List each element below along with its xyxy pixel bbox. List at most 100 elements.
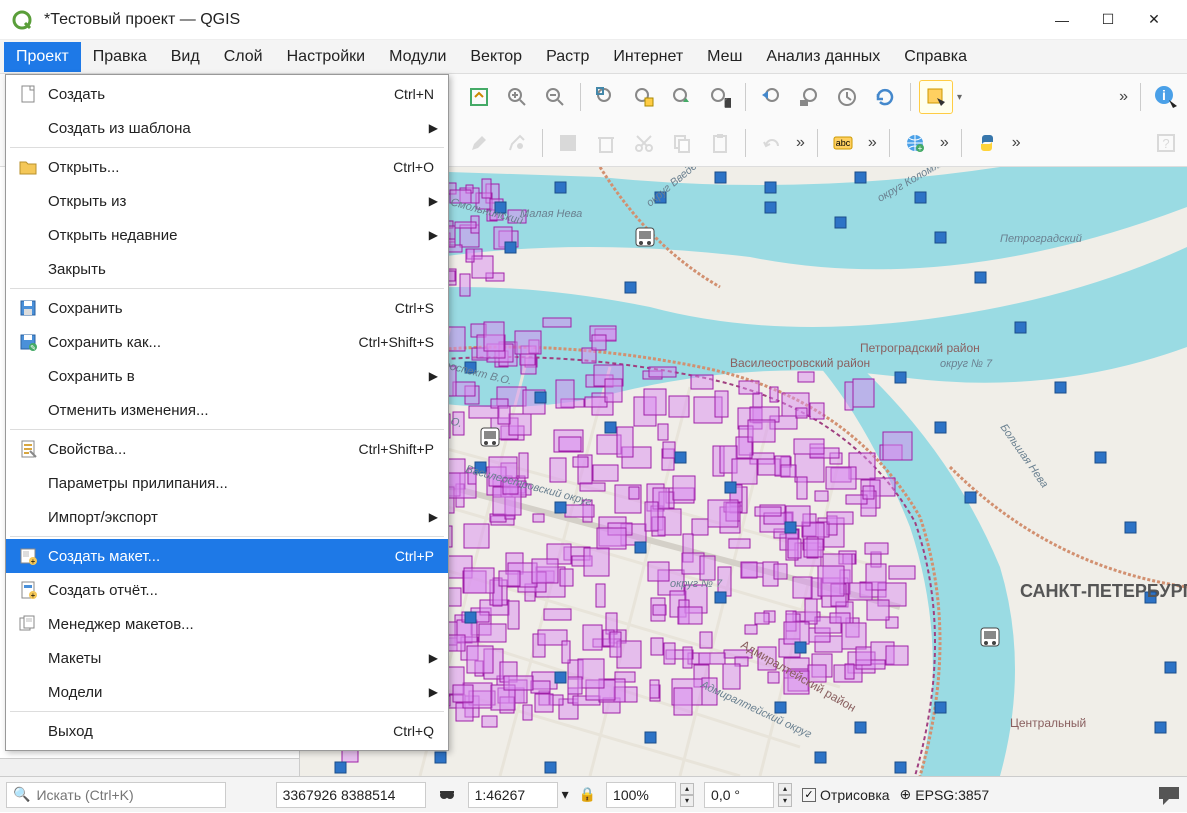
menu-item-менеджер-макетов-[interactable]: Менеджер макетов... [6,607,448,641]
paste-icon[interactable] [703,126,737,160]
save-edits-icon[interactable] [551,126,585,160]
menu-item-создать-макет-[interactable]: +Создать макет...Ctrl+P [6,539,448,573]
menu-item-создать-из-шаблона[interactable]: Создать из шаблона▶ [6,111,448,145]
zoom-in-icon[interactable] [500,80,534,114]
menu-separator [10,536,444,537]
menu-item-интернет[interactable]: Интернет [601,42,695,72]
edit-icon[interactable] [462,126,496,160]
menu-item-открыть-из[interactable]: Открыть из▶ [6,184,448,218]
rotation-value[interactable]: 0,0 ° [704,782,774,808]
messages-icon[interactable] [1157,783,1181,807]
identify-icon[interactable]: i [1149,80,1183,114]
zoom-layer-icon[interactable] [665,80,699,114]
menu-item-сохранить[interactable]: СохранитьCtrl+S [6,291,448,325]
rotation-field[interactable]: 0,0 ° ▴▾ [704,782,792,808]
menu-separator [10,429,444,430]
magnifier-value[interactable]: 100% [606,782,676,808]
delete-icon[interactable] [589,126,623,160]
svg-text:Петроградский: Петроградский [1000,233,1082,245]
menu-item-свойства-[interactable]: Свойства...Ctrl+Shift+P [6,432,448,466]
help-icon[interactable]: ? [1149,126,1183,160]
toolbar-overflow-icon[interactable]: » [1115,88,1132,106]
temporal-icon[interactable] [830,80,864,114]
submenu-arrow-icon: ▶ [429,369,438,383]
coordinates-value[interactable]: 3367926 8388514 [276,782,426,808]
svg-text:?: ? [1162,136,1169,151]
menu-item-label: Создать из шаблона [46,120,434,137]
scale-value[interactable]: 1:46267 [468,782,558,808]
menu-item-анализ данных[interactable]: Анализ данных [754,42,892,72]
menu-item-вектор[interactable]: Вектор [458,42,534,72]
close-button[interactable]: ✕ [1131,4,1177,36]
web-globe-icon[interactable]: + [898,126,932,160]
toolbar2-overflow-2-icon[interactable]: » [864,134,881,152]
scale-dropdown-icon[interactable]: ▾ [562,786,569,803]
magnifier-spin[interactable]: ▴▾ [680,783,694,807]
zoom-full-icon[interactable] [589,80,623,114]
tram-icon [636,228,654,246]
toolbar2-overflow-3-icon[interactable]: » [936,134,953,152]
magnifier-field[interactable]: 100% ▴▾ [606,782,694,808]
locator-search[interactable]: 🔍 [6,782,226,808]
rotation-spin[interactable]: ▴▾ [778,783,792,807]
python-console-icon[interactable] [970,126,1004,160]
select-dropdown-icon[interactable]: ▾ [957,92,962,103]
toggle-extents-icon[interactable] [436,784,458,806]
render-checkbox[interactable]: ✓ [802,788,816,802]
horizontal-scrollbar[interactable] [0,758,299,776]
menu-item-label: Параметры прилипания... [46,475,434,492]
select-rect-icon[interactable] [919,80,953,114]
undo-icon[interactable] [754,126,788,160]
menu-item-настройки[interactable]: Настройки [275,42,377,72]
toolbar2-overflow-4-icon[interactable]: » [1008,134,1025,152]
menu-item-импорт-экспорт[interactable]: Импорт/экспорт▶ [6,500,448,534]
zoom-out-icon[interactable] [538,80,572,114]
lock-scale-icon[interactable]: 🔒 [579,786,596,803]
menu-item-создать-отч-т-[interactable]: +Создать отчёт... [6,573,448,607]
toolbar2-overflow-1-icon[interactable]: » [792,134,809,152]
menu-item-открыть-[interactable]: Открыть...Ctrl+O [6,150,448,184]
edit-vertex-icon[interactable] [500,126,534,160]
menu-bar: ПроектПравкаВидСлойНастройкиМодулиВектор… [0,40,1187,74]
scale-field[interactable]: 1:46267 ▾ [468,782,569,808]
cut-icon[interactable] [627,126,661,160]
menu-item-shortcut: Ctrl+P [395,548,434,564]
crs-button[interactable]: ⊕ EPSG:3857 [900,786,990,803]
zoom-last-icon[interactable] [754,80,788,114]
menu-item-меш[interactable]: Меш [695,42,754,72]
menu-item-справка[interactable]: Справка [892,42,979,72]
menu-item-модули[interactable]: Модули [377,42,458,72]
menu-item-создать[interactable]: СоздатьCtrl+N [6,77,448,111]
menu-separator [10,711,444,712]
crs-value: EPSG:3857 [915,787,989,803]
menu-item-слой[interactable]: Слой [212,42,275,72]
coordinates-field[interactable]: 3367926 8388514 [276,782,426,808]
zoom-next-icon[interactable] [792,80,826,114]
menu-item-правка[interactable]: Правка [81,42,159,72]
menu-item-открыть-недавние[interactable]: Открыть недавние▶ [6,218,448,252]
menu-item-параметры-прилипания-[interactable]: Параметры прилипания... [6,466,448,500]
menu-item-отменить-изменения-[interactable]: Отменить изменения... [6,393,448,427]
menu-item-сохранить-в[interactable]: Сохранить в▶ [6,359,448,393]
menu-separator [10,147,444,148]
zoom-native-icon[interactable]: ⬛ [703,80,737,114]
menu-item-закрыть[interactable]: Закрыть [6,252,448,286]
minimize-button[interactable]: — [1039,4,1085,36]
menu-item-макеты[interactable]: Макеты▶ [6,641,448,675]
menu-item-выход[interactable]: ВыходCtrl+Q [6,714,448,748]
render-toggle[interactable]: ✓ Отрисовка [802,787,890,803]
pan-tool-icon[interactable] [462,80,496,114]
menu-item-сохранить-как-[interactable]: ✎Сохранить как...Ctrl+Shift+S [6,325,448,359]
menu-item-проект[interactable]: Проект [4,42,81,72]
menu-item-модели[interactable]: Модели▶ [6,675,448,709]
label-tool-icon[interactable]: abc [826,126,860,160]
menu-item-растр[interactable]: Растр [534,42,601,72]
search-input[interactable] [36,787,219,803]
svg-text:abc: abc [836,138,851,148]
copy-icon[interactable] [665,126,699,160]
maximize-button[interactable]: ☐ [1085,4,1131,36]
zoom-selection-icon[interactable] [627,80,661,114]
menu-item-вид[interactable]: Вид [159,42,212,72]
menu-separator [10,288,444,289]
refresh-icon[interactable] [868,80,902,114]
